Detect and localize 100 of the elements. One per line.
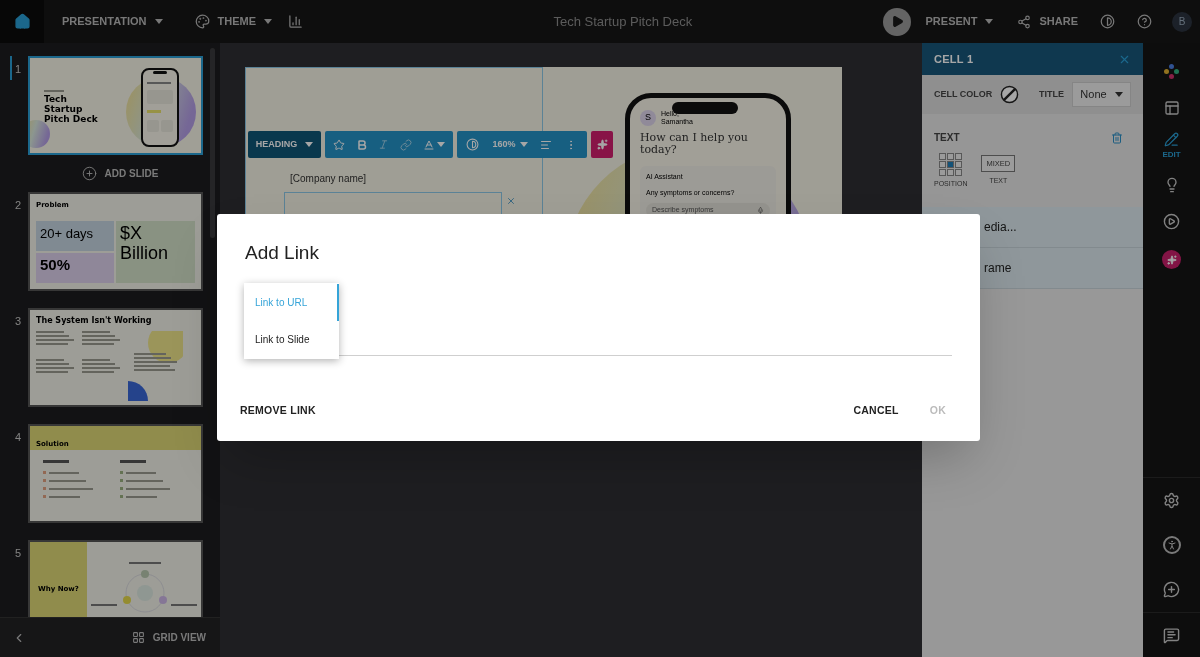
slide-thumbnail[interactable]: Tech Startup Pitch Deck (28, 56, 203, 155)
text-line-drawing (119, 460, 146, 463)
position-grid[interactable] (939, 153, 963, 176)
share-icon (1017, 14, 1032, 29)
play-icon (891, 15, 904, 28)
caret-icon (985, 19, 994, 24)
text-line-drawing (49, 487, 93, 490)
menu-button[interactable]: PRESENTATION (62, 0, 163, 43)
text-color-icon (422, 138, 435, 151)
play-button[interactable] (882, 7, 911, 36)
text-line-drawing (43, 460, 69, 463)
contrast-icon[interactable] (1100, 14, 1115, 29)
mic-icon (757, 207, 764, 214)
palette-dots-icon[interactable] (1163, 63, 1180, 80)
bold-icon[interactable] (355, 138, 368, 151)
bullet-icon (43, 479, 46, 482)
title-dropdown[interactable]: None (1072, 82, 1131, 107)
presentation-title: Tech Startup Pitch Deck (553, 12, 693, 31)
star-icon[interactable] (333, 138, 346, 151)
add-slide-button[interactable]: ADD SLIDE (81, 166, 159, 181)
remove-link-button[interactable]: REMOVE LINK (231, 393, 325, 429)
play-icon[interactable] (1163, 213, 1180, 230)
close-icon[interactable] (506, 196, 516, 206)
bullet-icon (119, 487, 123, 490)
chat-add-icon[interactable] (1163, 581, 1180, 598)
align-icon[interactable] (540, 138, 553, 151)
ai-button[interactable] (591, 131, 613, 158)
bullet-icon (119, 479, 123, 482)
help-icon[interactable] (1137, 14, 1152, 29)
accessibility-icon[interactable] (1162, 535, 1181, 554)
trash-icon[interactable] (1111, 131, 1123, 144)
slide-title: The System Isn't Working (36, 316, 153, 325)
layout-icon[interactable] (1163, 100, 1180, 116)
field-label: TITLE (1039, 87, 1064, 101)
menu-item[interactable]: Link to URL (244, 284, 339, 321)
grid-icon (131, 631, 145, 644)
assistant-question: How can I help you today? (640, 132, 749, 156)
text-line-drawing (125, 479, 163, 482)
caret-icon (1114, 92, 1123, 97)
caret-icon (519, 142, 528, 147)
slide-thumbnail[interactable]: The System Isn't Working (28, 308, 203, 407)
text-lines-drawing (36, 359, 76, 373)
slide-number: 1 (15, 63, 22, 75)
stat-value: 20+ days (40, 225, 94, 241)
ai-icon[interactable] (1162, 250, 1181, 269)
edit-icon (1164, 132, 1179, 147)
field-label: CELL COLOR (934, 87, 993, 101)
slide-title-line: Startup (44, 104, 84, 114)
slide-number: 2 (15, 199, 22, 211)
stat-value: $X Billion (120, 222, 170, 263)
home-button[interactable] (0, 0, 44, 43)
grid-view-button[interactable]: GRID VIEW (131, 630, 206, 645)
shapes-drawing (128, 331, 183, 401)
share-button[interactable]: SHARE (1017, 13, 1078, 30)
style-dropdown[interactable]: HEADING (248, 131, 321, 158)
bullet-icon (43, 495, 46, 498)
text-line-drawing (125, 471, 156, 474)
bullet-icon (43, 487, 46, 490)
company-name: [Company name] (290, 172, 367, 186)
text-lines-drawing (82, 331, 122, 345)
dialog-title: Add Link (244, 241, 320, 264)
caret-icon (305, 142, 314, 147)
cancel-button[interactable]: CANCEL (844, 393, 908, 429)
text-lines-drawing (36, 331, 76, 345)
bullet-icon (119, 471, 123, 474)
text-color-button[interactable] (422, 138, 445, 151)
menu-button[interactable]: THEME (194, 0, 273, 43)
user-avatar[interactable]: B (1172, 11, 1192, 32)
text-line-drawing (44, 90, 64, 92)
zoom-dropdown[interactable]: 160% (492, 137, 528, 152)
text-lines-drawing (82, 359, 122, 373)
chart-icon[interactable] (288, 14, 304, 29)
text-line-drawing (91, 604, 117, 606)
slide-title-line: Tech (44, 94, 68, 104)
slide-number: 3 (15, 315, 22, 327)
plus-icon (81, 166, 97, 181)
settings-icon[interactable] (1163, 491, 1180, 509)
edit-tab[interactable]: EDIT (1162, 132, 1181, 161)
cycle-diagram (122, 570, 168, 616)
section-title: TEXT (934, 131, 960, 145)
text-line-drawing (49, 479, 86, 482)
text-line-drawing (125, 487, 170, 490)
slide-number: 4 (15, 431, 22, 443)
comments-icon[interactable] (1163, 626, 1180, 644)
palette-icon (194, 14, 210, 29)
caret-icon (154, 19, 163, 24)
menu-item[interactable]: Link to Slide (244, 321, 339, 358)
slide-title-line: Pitch Deck (44, 114, 98, 124)
slide-number: 5 (15, 547, 22, 559)
panel-title: CELL 1 (934, 51, 974, 67)
text-line-drawing (49, 495, 80, 498)
no-color-swatch[interactable] (1000, 85, 1020, 104)
stat-value: 50% (40, 255, 71, 273)
present-button[interactable]: PRESENT (925, 13, 994, 30)
bullet-icon (43, 471, 46, 474)
caret-icon (264, 19, 273, 24)
bullet-icon (119, 495, 123, 498)
sparkle-icon (596, 139, 608, 150)
text-line-drawing (129, 562, 161, 564)
home-icon (13, 13, 31, 30)
